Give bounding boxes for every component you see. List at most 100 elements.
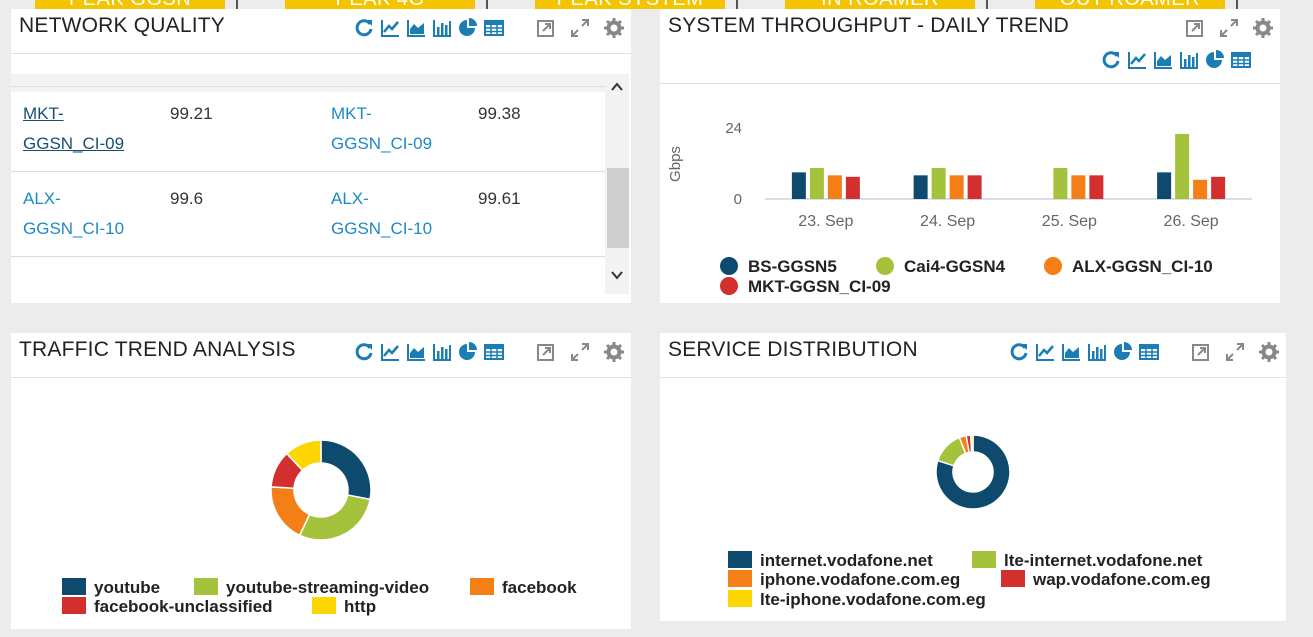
panel-title: NETWORK QUALITY [19, 14, 226, 37]
chart-bar[interactable] [1175, 133, 1190, 199]
tab-peak-ggsn[interactable]: PEAK GGSN [35, 0, 225, 9]
panel-util-icons [1190, 341, 1280, 363]
legend-label[interactable]: http [344, 597, 376, 616]
chart-bar[interactable] [827, 175, 842, 199]
bar-chart-icon[interactable] [431, 17, 453, 39]
vertical-scrollbar[interactable] [605, 74, 629, 294]
expand-icon[interactable] [569, 341, 591, 363]
chart-tool-icons [1008, 341, 1160, 363]
pie-chart-icon[interactable] [1204, 49, 1226, 71]
table-icon[interactable] [1138, 341, 1160, 363]
legend-marker [720, 277, 738, 295]
chart-bar[interactable] [913, 175, 928, 199]
gear-icon[interactable] [603, 17, 625, 39]
line-chart-icon[interactable] [379, 341, 401, 363]
legend-marker [728, 590, 752, 607]
traffic-donut-chart: youtube youtube-streaming-video facebook fa… [62, 439, 577, 616]
legend-label[interactable]: youtube-streaming-video [226, 578, 429, 597]
legend-label[interactable]: facebook [502, 578, 577, 597]
chart-bar[interactable] [931, 167, 946, 199]
left-node-link[interactable]: ALX- GGSN_CI-10 [23, 184, 124, 244]
line-chart-icon[interactable] [379, 17, 401, 39]
scroll-down-icon[interactable] [610, 268, 624, 282]
legend-label[interactable]: BS-GGSN5 [748, 257, 837, 276]
legend-marker [972, 551, 996, 568]
chart-bar[interactable] [1157, 172, 1172, 199]
donut-slice[interactable] [969, 434, 974, 453]
chart-bar[interactable] [1089, 175, 1104, 199]
chart-bar[interactable] [1071, 175, 1086, 199]
legend-label[interactable]: iphone.vodafone.com.eg [760, 570, 960, 589]
refresh-icon[interactable] [1008, 341, 1030, 363]
legend-marker [728, 551, 752, 568]
legend-label[interactable]: MKT-GGSN_CI-09 [748, 277, 891, 296]
line-chart-icon[interactable] [1126, 49, 1148, 71]
expand-icon[interactable] [1218, 17, 1240, 39]
expand-icon[interactable] [1224, 341, 1246, 363]
chart-bar[interactable] [1211, 176, 1226, 199]
table-icon[interactable] [483, 17, 505, 39]
pie-chart-icon[interactable] [457, 341, 479, 363]
area-chart-icon[interactable] [1152, 49, 1174, 71]
legend-marker [1001, 570, 1025, 587]
donut-slice[interactable] [320, 439, 372, 501]
gear-icon[interactable] [1252, 17, 1274, 39]
scroll-up-icon[interactable] [610, 80, 624, 94]
legend-label[interactable]: lte-iphone.vodafone.com.eg [760, 590, 986, 609]
right-node-value: 99.38 [478, 104, 521, 123]
tab-in-roamer[interactable]: IN ROAMER [785, 0, 975, 9]
chart-bar[interactable] [1193, 179, 1208, 199]
table-icon[interactable] [1230, 49, 1252, 71]
tab-peak-4g[interactable]: PEAK 4G [285, 0, 475, 9]
refresh-icon[interactable] [353, 341, 375, 363]
gear-icon[interactable] [1258, 341, 1280, 363]
area-chart-icon[interactable] [405, 341, 427, 363]
legend-label[interactable]: Cai4-GGSN4 [904, 257, 1006, 276]
panel-util-icons [1184, 17, 1274, 39]
legend-label[interactable]: ALX-GGSN_CI-10 [1072, 257, 1213, 276]
legend-label[interactable]: lte-internet.vodafone.net [1004, 551, 1203, 570]
bar-chart-icon[interactable] [431, 341, 453, 363]
popout-icon[interactable] [535, 341, 557, 363]
top-tab-strip: PEAK GGSN PEAK 4G PEAK SYSTEM IN ROAMER … [0, 0, 1313, 9]
table-row: ALX- GGSN_CI-10 99.6 ALX- GGSN_CI-10 99.… [11, 171, 605, 256]
bar-chart-icon[interactable] [1178, 49, 1200, 71]
tab-peak-system[interactable]: PEAK SYSTEM [535, 0, 725, 9]
left-node-value: 99.6 [170, 189, 204, 208]
refresh-icon[interactable] [353, 17, 375, 39]
legend-marker [470, 578, 494, 595]
donut-slice[interactable] [298, 494, 371, 541]
bar-chart-icon[interactable] [1086, 341, 1108, 363]
legend-label[interactable]: wap.vodafone.com.eg [1032, 570, 1211, 589]
chart-bar[interactable] [809, 167, 824, 199]
line-chart-icon[interactable] [1034, 341, 1056, 363]
pie-chart-icon[interactable] [457, 17, 479, 39]
area-chart-icon[interactable] [1060, 341, 1082, 363]
chart-bar[interactable] [967, 175, 982, 199]
gear-icon[interactable] [603, 341, 625, 363]
popout-icon[interactable] [1190, 341, 1212, 363]
right-node-link[interactable]: MKT- GGSN_CI-09 [331, 99, 432, 159]
scroll-thumb[interactable] [607, 168, 629, 248]
tab-out-roamer[interactable]: OUT ROAMER [1035, 0, 1225, 9]
pie-chart-icon[interactable] [1112, 341, 1134, 363]
table-icon[interactable] [483, 341, 505, 363]
chart-bar[interactable] [1053, 167, 1068, 199]
popout-icon[interactable] [1184, 17, 1206, 39]
chart-tool-icons [353, 17, 505, 39]
chart-bar[interactable] [845, 176, 860, 199]
left-node-link[interactable]: MKT- GGSN_CI-09 [23, 99, 124, 159]
right-node-link[interactable]: ALX- GGSN_CI-10 [331, 184, 432, 244]
y-axis-label: Gbps [667, 146, 684, 182]
area-chart-icon[interactable] [405, 17, 427, 39]
popout-icon[interactable] [535, 17, 557, 39]
legend-label[interactable]: internet.vodafone.net [760, 551, 933, 570]
donut-slice[interactable] [270, 486, 311, 537]
expand-icon[interactable] [569, 17, 591, 39]
chart-bar[interactable] [791, 172, 806, 199]
refresh-icon[interactable] [1100, 49, 1122, 71]
legend-label[interactable]: facebook-unclassified [94, 597, 273, 616]
chart-bar[interactable] [949, 175, 964, 199]
x-tick-label: 25. Sep [1042, 213, 1097, 230]
legend-label[interactable]: youtube [94, 578, 160, 597]
